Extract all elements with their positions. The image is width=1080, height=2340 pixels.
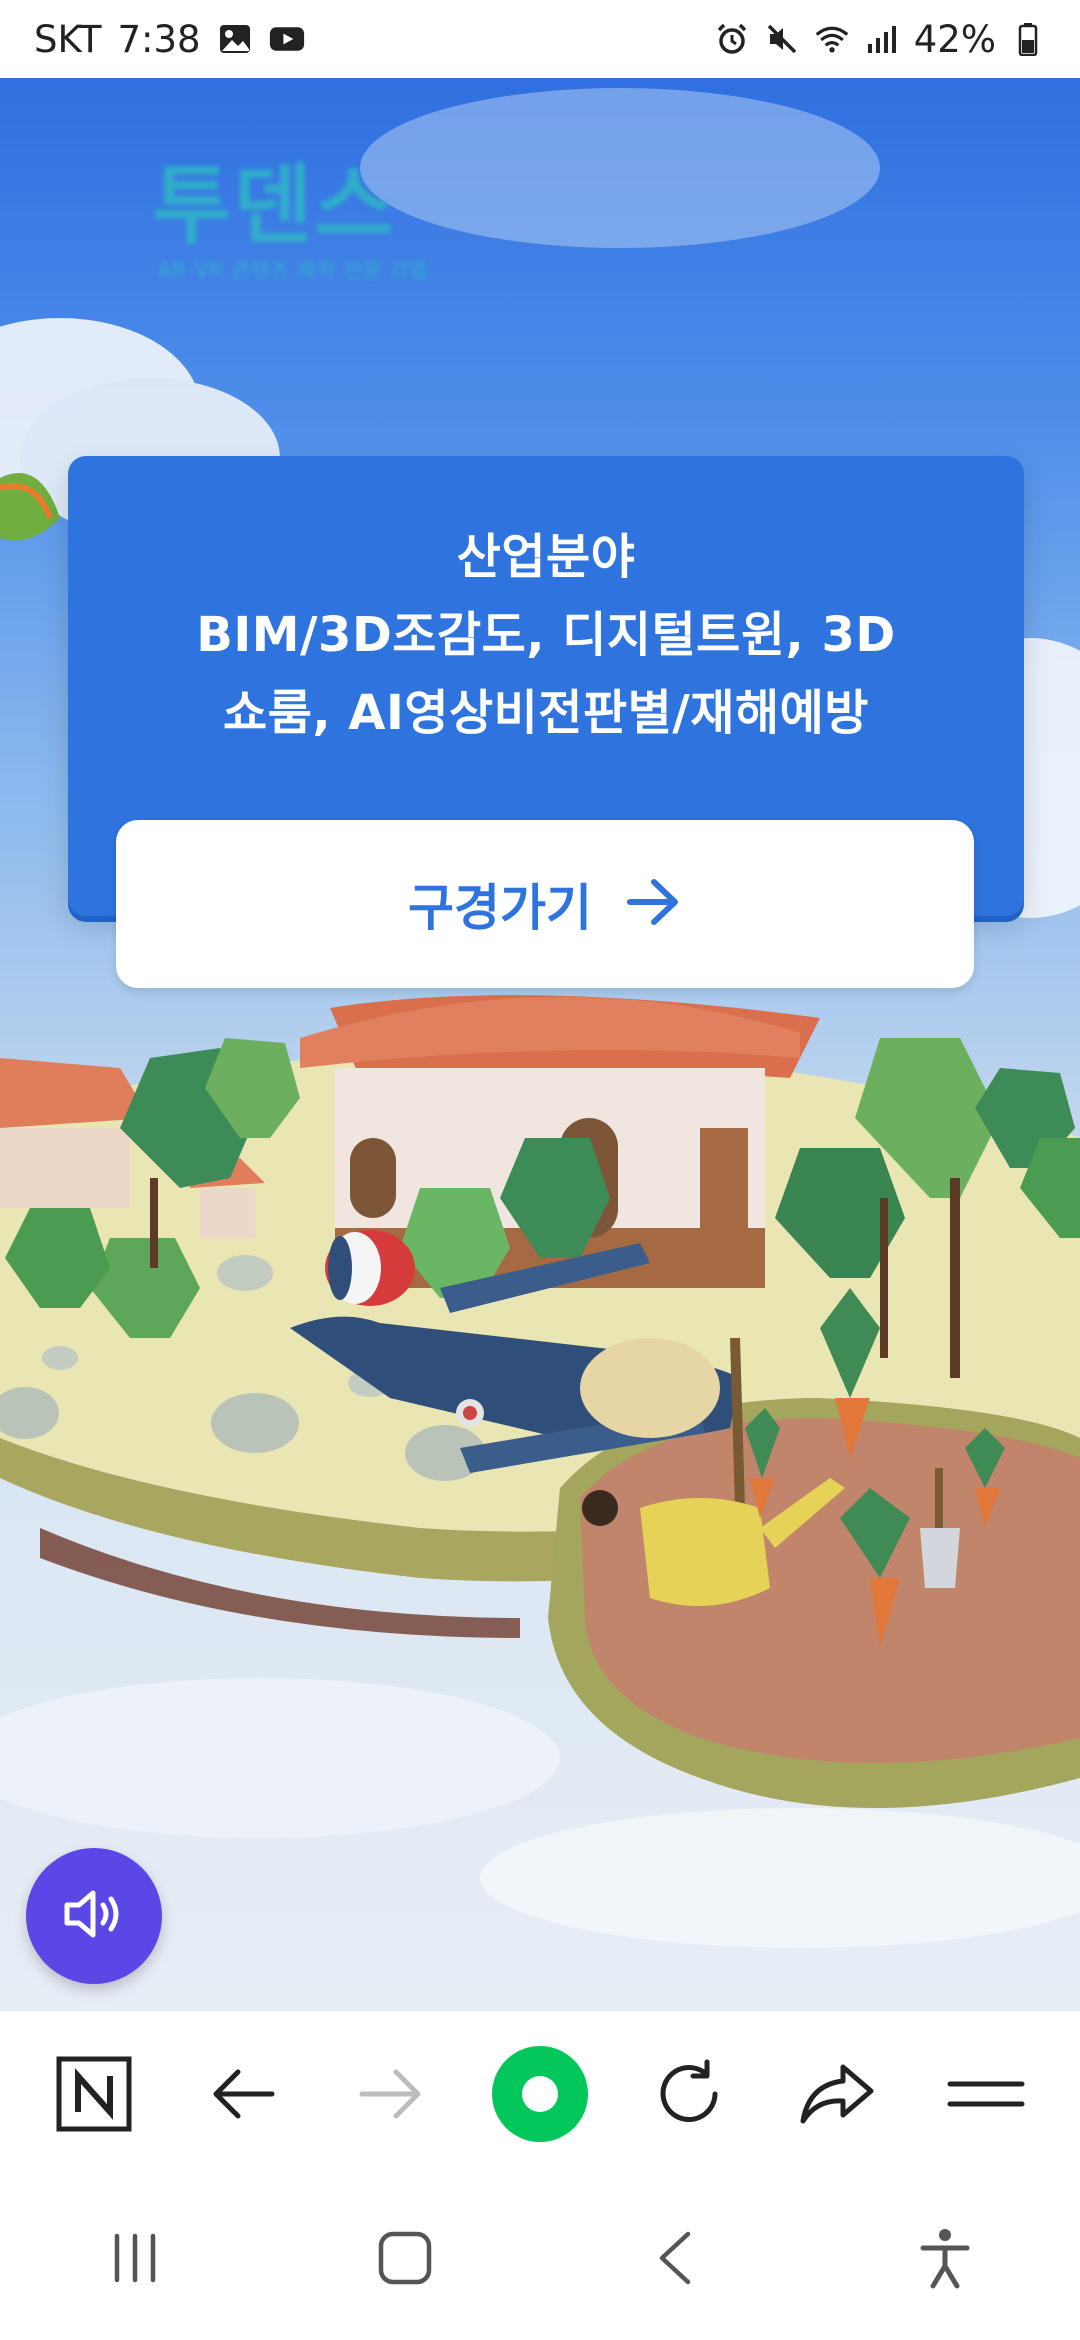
card-title: 산업분야 xyxy=(456,529,636,585)
naver-green-dot-icon xyxy=(490,2044,590,2148)
speaker-icon xyxy=(59,1883,129,1949)
share-icon xyxy=(797,2061,877,2131)
accessibility-button[interactable] xyxy=(885,2200,1005,2320)
battery-percent: 42% xyxy=(913,17,996,61)
naver-green-dot-button[interactable] xyxy=(485,2041,595,2151)
menu-icon xyxy=(946,2074,1026,2118)
back-arrow-icon xyxy=(208,2064,278,2128)
explore-button-label: 구경가기 xyxy=(408,879,592,937)
explore-button[interactable]: 구경가기 xyxy=(116,820,974,988)
scene-illustration xyxy=(0,88,1080,1948)
recents-icon xyxy=(107,2230,163,2290)
home-icon xyxy=(375,2228,435,2292)
wifi-icon xyxy=(814,21,850,57)
forward-button[interactable] xyxy=(336,2041,446,2151)
gallery-icon xyxy=(217,21,253,57)
system-navigation-bar xyxy=(0,2180,1080,2340)
arrow-right-icon xyxy=(626,877,682,931)
share-button[interactable] xyxy=(782,2041,892,2151)
naver-n-icon xyxy=(54,2054,134,2138)
status-left: SKT 7:38 xyxy=(34,18,305,61)
system-back-button[interactable] xyxy=(615,2200,735,2320)
recents-button[interactable] xyxy=(75,2200,195,2320)
back-icon xyxy=(650,2228,700,2292)
accessibility-icon xyxy=(915,2226,975,2294)
battery-icon xyxy=(1010,21,1046,57)
carrier-label: SKT xyxy=(34,17,102,61)
web-content: 투덴스 AR·VR 콘텐츠 제작 전문 기업 산업분야 BIM/3D조감도, 디… xyxy=(0,78,1080,2010)
card-line-2: BIM/3D조감도, 디지털트윈, 3D xyxy=(196,607,896,663)
naver-home-button[interactable] xyxy=(39,2041,149,2151)
forward-arrow-icon xyxy=(356,2064,426,2128)
browser-toolbar xyxy=(0,2010,1080,2180)
alarm-icon xyxy=(714,21,750,57)
refresh-icon xyxy=(653,2058,725,2134)
logo-title: 투덴스 xyxy=(152,156,396,256)
brand-logo: 투덴스 AR·VR 콘텐츠 제작 전문 기업 xyxy=(152,158,432,288)
status-right: 42% xyxy=(714,18,1046,61)
clock: 7:38 xyxy=(117,17,201,61)
menu-button[interactable] xyxy=(931,2041,1041,2151)
home-button[interactable] xyxy=(345,2200,465,2320)
logo-subtitle: AR·VR 콘텐츠 제작 전문 기업 xyxy=(158,258,429,282)
status-bar: SKT 7:38 42% xyxy=(0,0,1080,78)
youtube-icon xyxy=(269,21,305,57)
refresh-button[interactable] xyxy=(634,2041,744,2151)
sound-toggle-button[interactable] xyxy=(26,1848,162,1984)
signal-icon xyxy=(864,21,900,57)
back-button[interactable] xyxy=(188,2041,298,2151)
card-line-3: 쇼룸, AI영상비전판별/재해예방 xyxy=(223,685,869,741)
mute-icon xyxy=(764,21,800,57)
